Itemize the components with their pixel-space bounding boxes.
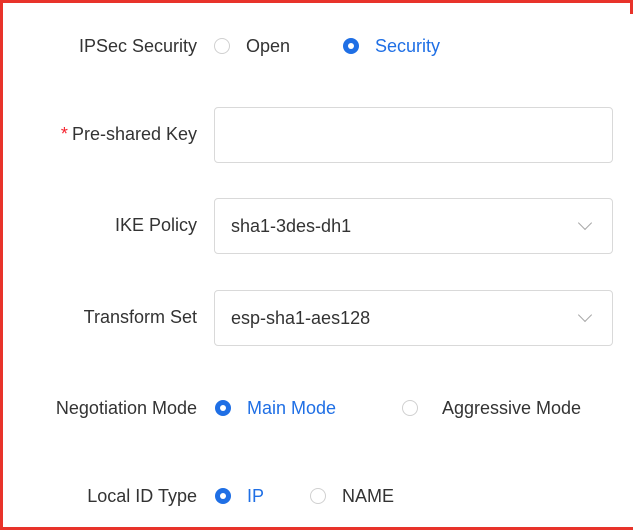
radio-label: Aggressive Mode xyxy=(442,398,582,418)
radio-circle xyxy=(310,488,326,504)
radio-main-mode[interactable]: Main Mode xyxy=(215,396,336,420)
radio-circle-selected xyxy=(343,38,359,54)
ike-policy-label: IKE Policy xyxy=(114,215,197,235)
radio-circle xyxy=(214,38,230,54)
transform-set-select[interactable]: esp-sha1-aes128 xyxy=(214,290,613,346)
radio-label: Main Mode xyxy=(247,398,337,418)
chevron-down-icon xyxy=(577,215,593,231)
radio-circle-selected xyxy=(215,488,231,504)
pre-shared-key-label-text: Pre-shared Key xyxy=(71,124,197,144)
highlight-frame xyxy=(0,0,633,530)
radio-aggressive-mode[interactable]: Aggressive Mode xyxy=(402,396,581,420)
ike-policy-value: sha1-3des-dh1 xyxy=(231,215,352,236)
negotiation-mode-label: Negotiation Mode xyxy=(55,398,197,418)
transform-set-label: Transform Set xyxy=(83,307,197,327)
radio-ipsec-open[interactable]: Open xyxy=(214,34,290,58)
radio-label: IP xyxy=(247,486,265,506)
radio-ipsec-security[interactable]: Security xyxy=(343,34,440,58)
radio-local-id-name[interactable]: NAME xyxy=(310,484,394,508)
radio-local-id-ip[interactable]: IP xyxy=(215,484,264,508)
radio-circle-selected xyxy=(215,400,231,416)
local-id-type-label: Local ID Type xyxy=(87,486,197,506)
ike-policy-select[interactable]: sha1-3des-dh1 xyxy=(214,198,613,254)
pre-shared-key-label: * Pre-shared Key xyxy=(61,122,197,146)
radio-label: NAME xyxy=(342,486,395,506)
transform-set-value: esp-sha1-aes128 xyxy=(231,307,371,328)
radio-label: Security xyxy=(375,36,441,56)
ipsec-security-label: IPSec Security xyxy=(78,36,197,56)
pre-shared-key-input[interactable] xyxy=(214,107,613,163)
chevron-down-icon xyxy=(577,307,593,323)
radio-circle xyxy=(402,400,418,416)
radio-label: Open xyxy=(246,36,291,56)
required-mark: * xyxy=(60,124,68,144)
